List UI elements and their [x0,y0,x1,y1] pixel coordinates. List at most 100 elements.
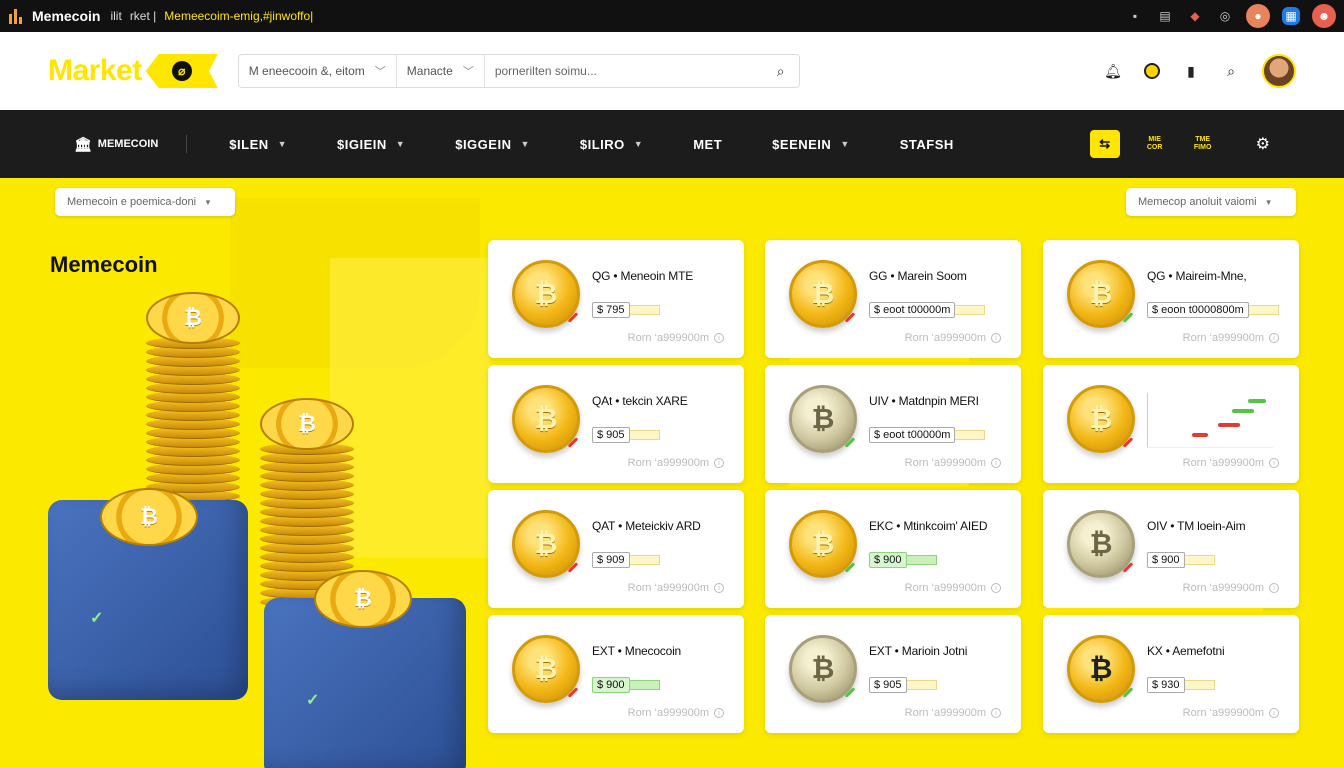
price-bar [1184,555,1215,565]
nav-item-6[interactable]: $EENEIN ▼ [772,137,850,152]
grid-icon[interactable]: ▦ [1282,7,1300,25]
market-logo[interactable]: Market ⌀ [48,51,218,91]
coin-name: EXT • Marioin Jotni [869,644,968,658]
avatar[interactable] [1262,54,1296,88]
info-icon[interactable]: i [714,458,724,468]
coin-meta: Rorn ‘a999900m i [905,332,1001,344]
minimize-icon[interactable]: ▪ [1126,7,1144,25]
info-icon[interactable]: i [991,333,1001,343]
coin-card[interactable]: ₿ Rorn ‘a999900m i [1043,365,1299,483]
left-filter-dropdown[interactable]: Memecoin e poemica-doni ▼ [55,188,235,216]
chevron-down-icon: ﹀ [374,66,386,78]
bank-icon: 🏛︎ [74,135,92,152]
info-icon[interactable]: i [991,583,1001,593]
price-value: $ eoon t0000800m [1147,302,1249,318]
profile-icon[interactable]: ● [1246,4,1270,28]
price-value: $ eoot t00000m [869,302,956,318]
nav-brand[interactable]: 🏛︎ MEMECOIN [74,135,188,153]
coin-card[interactable]: ₿ EKC • Mtinkcoim' AIED $ 900 Rorn ‘a999900… [765,490,1021,608]
coin-meta: Rorn ‘a999900m i [628,707,724,719]
clipboard-icon[interactable]: ▤ [1156,7,1174,25]
account-icon[interactable]: ☻ [1312,4,1336,28]
search-icon[interactable]: ⌕ [763,63,799,80]
price-value: $ 900 [869,552,907,568]
app-name: Memecoin [32,8,101,24]
nav-item-7[interactable]: STAFSH [900,137,954,152]
coin-card[interactable]: ₿ OIV • TM loein-Aim $ 900 Rorn ‘a999900m i [1043,490,1299,613]
info-icon[interactable]: i [1269,708,1279,718]
coin-card[interactable]: ₿ EXT • Marioin Jotni $ 905 Rorn ‘a999900m i [765,615,1021,733]
gear-icon[interactable]: ⚙︎ [1256,134,1270,154]
coin-name: QG • Maireim-Mne, [1147,269,1247,283]
coin-icon: ₿ [512,510,580,578]
coin-icon: ₿ [512,635,580,703]
logo-tag-icon: ⌀ [145,54,218,88]
filter-select[interactable]: Manacte ﹀ [397,55,485,87]
coin-name: UIV • Matdnpin MERI [869,394,979,408]
coin-card[interactable]: ₿ QAt • tekcin XARE $ 905 Rorn ‘a999900m i [488,365,744,483]
coin-meta: Rorn ‘a999900m i [628,582,724,594]
nav-mini-1[interactable]: MIE COR [1142,136,1168,152]
price-bar [629,430,660,440]
nav-item-5[interactable]: MET [693,137,722,152]
coin-top: ₿ [146,292,240,344]
trend-mark-icon [567,437,579,448]
info-icon[interactable]: i [991,708,1001,718]
card-accent [789,358,969,363]
info-icon[interactable]: i [714,583,724,593]
tab-2[interactable]: rket | [130,9,156,23]
coin-card[interactable]: ₿ GG • Marein Soom $ eoot t00000m Rorn ‘a99… [765,240,1021,363]
coin-meta: Rorn ‘a999900m i [628,457,724,469]
exchange-icon[interactable]: ⇆ [1089,130,1120,158]
tab-1[interactable]: ilit [110,9,121,23]
coin-card[interactable]: ₿ EXT • Mnecocoin $ 900 Rorn ‘a999900m i [488,615,744,733]
info-icon[interactable]: i [1269,583,1279,593]
nav-item-4[interactable]: $ILIRO ▼ [580,137,643,152]
price-bar [629,305,660,315]
price-value: $ 905 [592,427,630,443]
market-main: Memecoin e poemica-doni ▼ Memecop anoluit… [0,178,1344,768]
chart-bar [1232,409,1254,413]
info-icon[interactable]: i [714,708,724,718]
wallet-icon[interactable]: ▮ [1182,62,1200,80]
info-icon[interactable]: i [1269,333,1279,343]
extension-icon[interactable]: ◆ [1186,7,1204,25]
coin-card[interactable]: ₿ KX • Aemefotni $ 930 Rorn ‘a999900m i [1043,615,1299,733]
nav-item-3[interactable]: $IGGEIN ▼ [455,137,530,152]
coin-card[interactable]: ₿ UIV • Matdnpin MERI $ eoot t00000m Rorn ‘… [765,365,1021,488]
search-icon[interactable]: ⌕ [1222,62,1240,80]
coin-icon: ₿ [789,260,857,328]
coin-name: EKC • Mtinkcoim' AIED [869,519,988,533]
coin-meta: Rorn ‘a999900m i [1183,582,1279,594]
coin-price: $ 900 [592,676,660,694]
coin-card[interactable]: ₿ QG • Maireim-Mne, $ eoon t0000800m Rorn ‘… [1043,240,1299,358]
nav-mini-2[interactable]: TME FIMO [1190,136,1216,152]
coin-name: GG • Marein Soom [869,269,967,283]
coin-meta: Rorn ‘a999900m i [1183,457,1279,469]
coin-meta: Rorn ‘a999900m i [905,582,1001,594]
tab-active[interactable]: Memeecoim-emig,#jinwoffo| [164,9,313,23]
info-icon[interactable]: i [1269,458,1279,468]
settings-icon[interactable]: ◎ [1216,7,1234,25]
chevron-down-icon: ▼ [395,139,406,149]
coin-icon: ₿ [789,510,857,578]
coin-icon[interactable] [1144,63,1160,79]
nav-item-1[interactable]: $ILEN ▼ [229,137,287,152]
trend-mark-icon [1122,312,1134,323]
coin-card[interactable]: ₿ QAT • Meteickiv ARD $ 909 Rorn ‘a999900m i [488,490,744,608]
trend-mark-icon [844,312,856,323]
info-icon[interactable]: i [714,333,724,343]
info-icon[interactable]: i [991,458,1001,468]
bell-icon[interactable]: 🔔︎ [1104,62,1122,80]
search-input[interactable] [484,64,763,78]
trend-mark-icon [567,562,579,573]
category-select[interactable]: M eneecooin &, eitom ﹀ [239,55,397,87]
nav-item-2[interactable]: $IGIEIN ▼ [337,137,405,152]
coin-icon: ₿ [1067,510,1135,578]
coin-price: $ eoot t00000m [869,301,986,319]
coin-icon: ₿ [789,635,857,703]
right-filter-dropdown[interactable]: Memecop anoluit vaiomi ▼ [1126,188,1296,216]
chart-bar [1218,423,1240,427]
coin-name: QG • Meneoin MTE [592,269,694,283]
coin-card[interactable]: ₿ QG • Meneoin MTE $ 795 Rorn ‘a999900m i [488,240,744,358]
